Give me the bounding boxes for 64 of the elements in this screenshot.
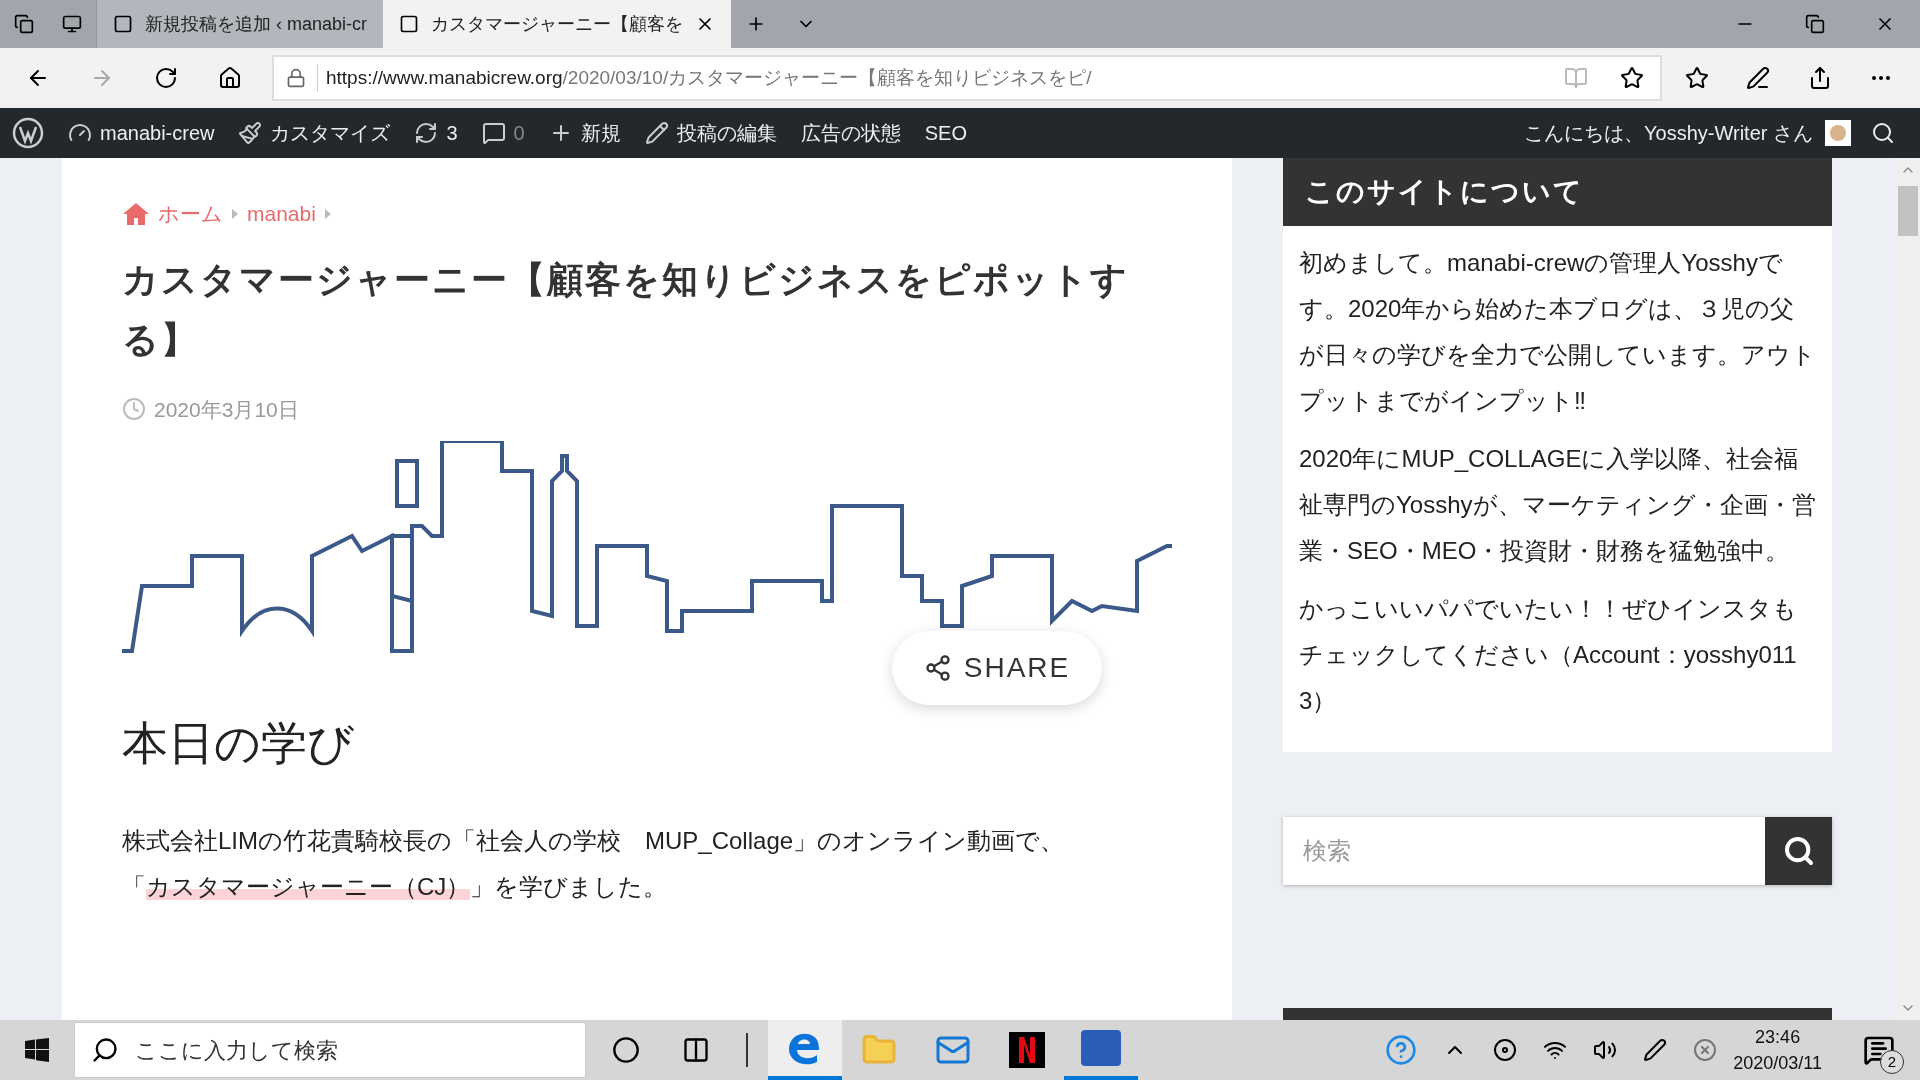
admin-bar-item[interactable]: 新規 bbox=[536, 108, 633, 158]
about-paragraph: 初めまして。manabi-crewの管理人Yosshyです。2020年から始めた本ブログは、３児の父が日々の学びを全力で公開しています。アウトプットまでがインプット‼ bbox=[1299, 248, 1816, 416]
circle-x-icon[interactable] bbox=[1693, 1038, 1718, 1062]
brush-icon bbox=[238, 121, 263, 145]
post-date: 2020年3月10日 bbox=[154, 396, 299, 423]
admin-bar-item[interactable]: manabi-crew bbox=[56, 108, 227, 158]
streaming-app-icon[interactable] bbox=[1009, 1032, 1045, 1068]
browser-tab[interactable]: 新規投稿を追加 ‹ manabi-cr bbox=[96, 0, 384, 48]
lock-icon bbox=[285, 68, 306, 88]
article-title: カスタマージャーニー【顧客を知りビジネスをピポットする】 bbox=[122, 257, 1130, 362]
star-icon[interactable] bbox=[1620, 66, 1644, 90]
share-icon bbox=[923, 654, 952, 682]
record-icon[interactable] bbox=[1493, 1038, 1518, 1062]
admin-bar-item[interactable]: SEO bbox=[912, 108, 979, 158]
restore-icon[interactable] bbox=[1805, 14, 1825, 34]
page-icon bbox=[399, 14, 420, 34]
wordpress-logo-icon[interactable] bbox=[12, 117, 44, 149]
search-field[interactable]: 検索 bbox=[1283, 817, 1765, 885]
admin-bar-item[interactable]: 投稿の編集 bbox=[632, 108, 789, 158]
home-icon[interactable] bbox=[218, 66, 242, 90]
favorites-icon[interactable] bbox=[1684, 66, 1709, 90]
about-paragraph: 2020年にMUP_COLLAGEに入学以降、社会福祉専門のYosshyが、マーケティング・企画・営業・SEO・MEO・投資財・財務を猛勉強中。 bbox=[1299, 444, 1816, 566]
speech-bubble-icon bbox=[481, 121, 506, 145]
pen-icon[interactable] bbox=[1643, 1038, 1668, 1062]
scrollbar-thumb[interactable] bbox=[1897, 186, 1918, 236]
caret-icon bbox=[231, 207, 239, 220]
admin-bar-item[interactable]: 0 bbox=[469, 108, 537, 158]
admin-bar-item[interactable]: カスタマイズ bbox=[226, 108, 403, 158]
search-button[interactable] bbox=[1765, 817, 1832, 885]
home-icon bbox=[122, 201, 150, 226]
share-button[interactable]: SHARE bbox=[892, 631, 1102, 705]
about-paragraph: かっこいいパパでいたい！！ぜひインスタもチェックしてください（Account：yosshy0113） bbox=[1299, 594, 1798, 716]
refresh-icon[interactable] bbox=[154, 66, 178, 90]
article-paragraph: 株式会社LIMの竹花貴騎校長の「社会人の学校 MUP_Collage」のオンライン動画で、「カスタマージャーニー（CJ）」を学びました。 bbox=[122, 826, 1066, 902]
browser-tab[interactable]: カスタマージャーニー【顧客を bbox=[383, 0, 732, 48]
admin-bar-item[interactable]: 広告の状態 bbox=[788, 108, 913, 158]
admin-bar-item[interactable]: 3 bbox=[402, 108, 470, 158]
search-icon bbox=[91, 1036, 119, 1064]
tab-list-icon[interactable] bbox=[14, 14, 34, 34]
clock-icon bbox=[122, 397, 146, 422]
search-icon bbox=[1782, 835, 1815, 867]
avatar-icon bbox=[1825, 120, 1851, 146]
clock[interactable]: 23:46 2020/03/11 bbox=[1733, 1024, 1822, 1076]
url-text: https://www.manabicrew.org/2020/03/10/カスタマージャーニー【顧客を知りビジネスをピ/ bbox=[326, 65, 1092, 90]
notification-icon[interactable] bbox=[1863, 1034, 1895, 1066]
address-bar[interactable]: https://www.manabicrew.org/2020/03/10/カスタマージャーニー【顧客を知りビジネスをピ/ bbox=[272, 55, 1662, 101]
help-icon[interactable] bbox=[1385, 1034, 1418, 1066]
refresh-icon bbox=[414, 121, 439, 145]
volume-icon[interactable] bbox=[1593, 1038, 1618, 1062]
task-view-icon[interactable] bbox=[682, 1036, 710, 1064]
search-icon[interactable] bbox=[1871, 121, 1895, 145]
widget-header: このサイトについて bbox=[1283, 158, 1832, 226]
windows-logo-icon[interactable] bbox=[25, 1038, 49, 1062]
scrollbar[interactable] bbox=[1895, 158, 1920, 1020]
caret-icon bbox=[323, 207, 332, 220]
taskbar-search-field[interactable]: ここに入力して検索 bbox=[74, 1022, 586, 1078]
cortana-icon[interactable] bbox=[612, 1036, 640, 1064]
notification-count: 2 bbox=[1880, 1050, 1904, 1074]
page-icon bbox=[113, 14, 133, 34]
greeting-text[interactable]: こんにちは、Yosshy-Writer さん bbox=[1524, 118, 1813, 148]
pencil-icon bbox=[644, 121, 669, 145]
edge-taskbar-button[interactable] bbox=[768, 1020, 842, 1080]
section-heading: 本日の学び bbox=[122, 716, 355, 771]
pen-icon[interactable] bbox=[1746, 66, 1771, 90]
